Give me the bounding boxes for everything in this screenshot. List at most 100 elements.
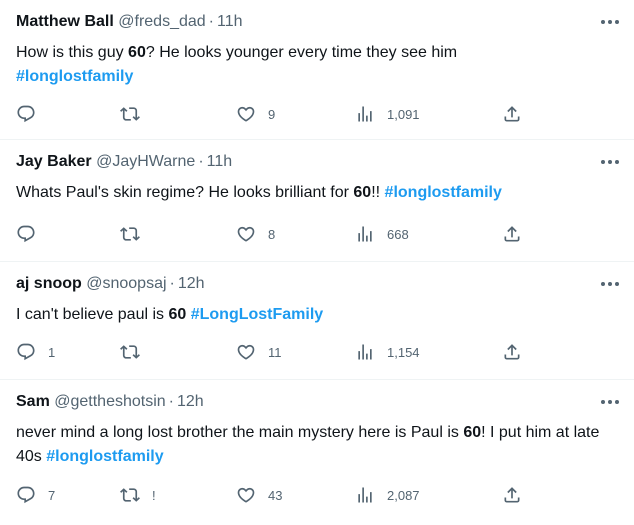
retweet-icon: [120, 345, 140, 359]
reply-icon: [17, 105, 35, 123]
user-name[interactable]: Matthew Ball: [16, 13, 114, 30]
reply-button[interactable]: 1: [16, 340, 55, 364]
reply-icon: [17, 225, 35, 243]
views-button[interactable]: 668: [355, 222, 409, 246]
user-handle[interactable]: @snoopsaj: [86, 275, 166, 292]
views-count: 1,091: [387, 106, 420, 122]
user-handle[interactable]: @gettheshotsin: [54, 393, 165, 410]
views-count: 2,087: [387, 487, 420, 503]
text-bold: 60: [128, 44, 146, 61]
views-button[interactable]: 1,154: [355, 340, 420, 364]
retweet-icon: [120, 107, 140, 121]
more-horizontal-icon[interactable]: [598, 150, 622, 174]
action-bar: 8 668: [0, 222, 634, 246]
views-button[interactable]: 2,087: [355, 483, 420, 507]
retweet-icon: [120, 227, 140, 241]
more-horizontal-icon[interactable]: [598, 272, 622, 296]
hashtag-link[interactable]: #longlostfamily: [46, 448, 163, 465]
text-segment: I can't believe paul is: [16, 306, 169, 323]
like-count: 8: [268, 226, 276, 242]
share-button[interactable]: [502, 340, 522, 364]
tweet-text: I can't believe paul is 60 #LongLostFami…: [16, 303, 610, 327]
hashtag-link[interactable]: #longlostfamily: [385, 184, 502, 201]
heart-icon: [237, 226, 255, 242]
reply-button[interactable]: [16, 222, 48, 246]
tweet[interactable]: aj snoop @snoopsaj · 12h I can't believe p…: [0, 262, 634, 380]
like-count: 43: [268, 487, 283, 503]
action-bar: 9 1,091: [0, 102, 634, 126]
hashtag-link[interactable]: #LongLostFamily: [191, 306, 323, 323]
action-bar: 1 11 1,154: [0, 340, 634, 364]
views-button[interactable]: 1,091: [355, 102, 420, 126]
timestamp[interactable]: 12h: [178, 275, 205, 292]
user-handle[interactable]: @JayHWarne: [96, 153, 195, 170]
user-name[interactable]: aj snoop: [16, 275, 82, 292]
more-horizontal-icon[interactable]: [598, 10, 622, 34]
tweet-text: Whats Paul's skin regime? He looks brill…: [16, 181, 610, 205]
views-count: 668: [387, 226, 409, 242]
text-bold: 60: [168, 306, 187, 323]
like-button[interactable]: 11: [236, 340, 282, 364]
share-button[interactable]: [502, 483, 522, 507]
text-bold: 60: [463, 424, 482, 441]
share-icon: [504, 344, 520, 360]
views-chart-icon: [358, 487, 372, 503]
reply-count: 1: [48, 344, 56, 360]
tweet-text: never mind a long lost brother the main …: [16, 421, 610, 469]
like-button[interactable]: 9: [236, 102, 275, 126]
like-button[interactable]: 43: [236, 483, 282, 507]
share-icon: [504, 226, 520, 242]
text-segment: !!: [371, 184, 385, 201]
text-segment: How is this guy: [16, 44, 129, 61]
separator-dot: ·: [169, 275, 175, 292]
reply-icon: [17, 343, 35, 361]
tweet-text: How is this guy 60? He looks younger eve…: [16, 41, 610, 89]
views-chart-icon: [358, 344, 372, 360]
text-segment: never mind a long lost brother the main …: [16, 424, 464, 441]
user-name[interactable]: Sam: [16, 393, 50, 410]
tweet[interactable]: Sam @gettheshotsin · 12h never mind a long…: [0, 380, 634, 525]
reply-icon: [17, 486, 35, 504]
share-button[interactable]: [502, 102, 522, 126]
like-count: 9: [268, 106, 276, 122]
reply-button[interactable]: [16, 102, 48, 126]
reply-button[interactable]: 7: [16, 483, 55, 507]
tweet[interactable]: Jay Baker @JayHWarne · 11h Whats Paul's sk…: [0, 140, 634, 262]
views-chart-icon: [358, 226, 372, 242]
retweet-button[interactable]: !: [120, 483, 156, 507]
separator-dot: ·: [168, 393, 174, 410]
tweet-header: Jay Baker @JayHWarne · 11h: [16, 153, 232, 171]
text-segment: Whats Paul's skin regime? He looks brill…: [16, 184, 354, 201]
like-button[interactable]: 8: [236, 222, 275, 246]
timestamp[interactable]: 11h: [217, 13, 243, 30]
hashtag-link[interactable]: #longlostfamily: [16, 68, 133, 85]
retweet-button[interactable]: [120, 340, 152, 364]
share-icon: [504, 487, 520, 503]
retweet-icon: [120, 488, 140, 502]
text-segment: ? He looks younger every time they see h…: [145, 44, 458, 61]
action-bar: 7 ! 43 2,087: [0, 483, 634, 507]
heart-icon: [237, 344, 255, 360]
more-horizontal-icon[interactable]: [598, 390, 622, 414]
user-name[interactable]: Jay Baker: [16, 153, 92, 170]
tweet-header: Sam @gettheshotsin · 12h: [16, 393, 204, 411]
retweet-button[interactable]: [120, 102, 152, 126]
separator-dot: ·: [198, 153, 204, 170]
share-button[interactable]: [502, 222, 522, 246]
reply-count: 7: [48, 487, 56, 503]
separator-dot: ·: [208, 13, 214, 30]
tweet[interactable]: Matthew Ball @freds_dad · 11h How is this …: [0, 0, 634, 140]
user-handle[interactable]: @freds_dad: [118, 13, 205, 30]
timestamp[interactable]: 11h: [207, 153, 233, 170]
views-count: 1,154: [387, 344, 420, 360]
tweet-header: Matthew Ball @freds_dad · 11h: [16, 13, 243, 31]
tweet-feed: Matthew Ball @freds_dad · 11h How is this …: [0, 0, 634, 525]
heart-icon: [237, 487, 255, 503]
like-count: 11: [268, 344, 282, 360]
retweet-count: !: [152, 487, 156, 503]
timestamp[interactable]: 12h: [177, 393, 204, 410]
tweet-header: aj snoop @snoopsaj · 12h: [16, 275, 205, 293]
retweet-button[interactable]: [120, 222, 152, 246]
views-chart-icon: [358, 106, 372, 122]
text-bold: 60: [353, 184, 372, 201]
